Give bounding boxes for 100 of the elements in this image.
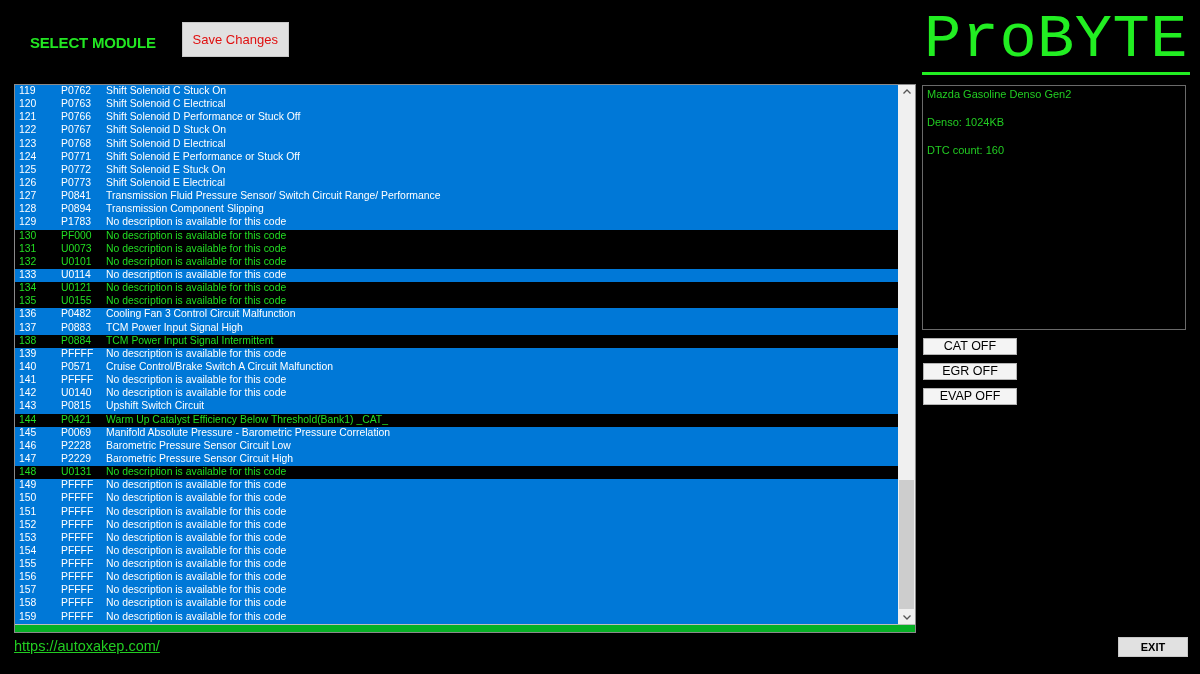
dtc-code: PFFFF: [61, 374, 95, 386]
dtc-description: Barometric Pressure Sensor Circuit Low: [106, 439, 291, 452]
dtc-description: No description is available for this code: [106, 505, 287, 518]
dtc-row[interactable]: 120 P0763 Shift Solenoid C Electrical: [15, 98, 898, 112]
dtc-code: P0883: [61, 321, 93, 334]
dtc-description: No description is available for this code: [106, 597, 287, 610]
dtc-description: No description is available for this code: [106, 374, 287, 386]
dtc-description: No description is available for this code: [106, 584, 287, 596]
dtc-description: No description is available for this code: [106, 531, 287, 544]
dtc-description: No description is available for this code: [106, 216, 287, 228]
row-number: 151: [18, 505, 38, 518]
row-number: 147: [18, 452, 38, 465]
row-number: 135: [18, 295, 38, 307]
save-changes-button[interactable]: Save Changes: [181, 22, 289, 57]
dtc-description: Cooling Fan 3 Control Circuit Malfunction: [106, 308, 296, 320]
chevron-up-icon[interactable]: [902, 89, 911, 94]
row-number: 143: [18, 400, 38, 412]
dtc-row[interactable]: 128 P0894 Transmission Component Slipping: [15, 203, 898, 217]
toggle-off-button[interactable]: EGR OFF: [923, 363, 1017, 380]
row-number: 157: [18, 584, 38, 596]
row-number: 153: [18, 531, 38, 544]
dtc-code: U0121: [61, 282, 93, 294]
dtc-description: No description is available for this code: [106, 387, 287, 399]
exit-button[interactable]: EXIT: [1118, 637, 1188, 657]
dtc-row[interactable]: 149 PFFFF No description is available for this code: [15, 479, 898, 493]
dtc-description: Shift Solenoid E Stuck On: [106, 163, 226, 176]
dtc-code: U0114: [61, 268, 92, 281]
dtc-code: PFFFF: [61, 610, 95, 623]
dtc-row[interactable]: 127 P0841 Transmission Fluid Pressure Sensor/ Switch Circuit Range/ Performance: [15, 190, 898, 204]
row-number: 155: [18, 558, 38, 570]
dtc-description: Shift Solenoid E Electrical: [106, 177, 225, 189]
row-number: 132: [18, 255, 38, 268]
dtc-code: PFFFF: [61, 571, 95, 583]
dtc-description: Shift Solenoid D Stuck On: [106, 124, 227, 136]
row-number: 139: [18, 347, 38, 360]
dtc-description: No description is available for this code: [106, 242, 287, 255]
dtc-row[interactable]: 156 PFFFF No description is available for this code: [15, 571, 898, 585]
dtc-code: U0073: [61, 242, 93, 255]
dtc-code: P0482: [61, 308, 93, 320]
dtc-description: Transmission Fluid Pressure Sensor/ Switch Circuit Range/ Performance: [106, 190, 441, 202]
dtc-description: No description is available for this code: [106, 295, 287, 307]
dtc-description: Shift Solenoid D Performance or Stuck Off: [106, 111, 301, 123]
row-number: 137: [18, 321, 38, 334]
dtc-description: Shift Solenoid C Stuck On: [106, 85, 227, 97]
dtc-row[interactable]: 158 PFFFF No description is available for this code: [15, 597, 898, 611]
row-number: 149: [18, 479, 38, 491]
website-link[interactable]: https://autoxakep.com/: [14, 638, 160, 654]
dtc-description: No description is available for this code: [106, 518, 287, 531]
info-text: Denso: 1024KB: [927, 116, 1005, 129]
chevron-down-icon[interactable]: [902, 615, 911, 620]
dtc-row[interactable]: 155 PFFFF No description is available for this code: [15, 558, 898, 572]
row-number: 121: [18, 111, 38, 123]
dtc-code: P0763: [61, 98, 93, 110]
dtc-code: PFFFF: [61, 347, 95, 360]
dtc-description: Shift Solenoid D Electrical: [106, 137, 226, 150]
dtc-row[interactable]: 121 P0766 Shift Solenoid D Performance or Stuck Off: [15, 111, 898, 125]
dtc-code: U0155: [61, 295, 93, 307]
dtc-description: No description is available for this code: [106, 347, 287, 360]
row-number: 123: [18, 137, 38, 150]
dtc-description: Shift Solenoid E Performance or Stuck Off: [106, 150, 300, 163]
toggle-off-button[interactable]: CAT OFF: [923, 338, 1017, 355]
dtc-row[interactable]: 143 P0815 Upshift Switch Circuit: [15, 400, 898, 414]
dtc-row[interactable]: 157 PFFFF No description is available for this code: [15, 584, 898, 598]
dtc-code: P1783: [61, 216, 93, 228]
row-number: 150: [18, 492, 38, 504]
dtc-row[interactable]: 142 U0140 No description is available for this code: [15, 387, 898, 401]
row-number: 142: [18, 387, 38, 399]
dtc-description: Barometric Pressure Sensor Circuit High: [106, 452, 294, 465]
row-number: 145: [18, 426, 38, 439]
dtc-row[interactable]: 141 PFFFF No description is available for this code: [15, 374, 898, 388]
dtc-description: No description is available for this code: [106, 479, 287, 491]
row-number: 152: [18, 518, 38, 531]
dtc-row[interactable]: 119 P0762 Shift Solenoid C Stuck On: [15, 85, 898, 99]
dtc-code: P2228: [61, 439, 93, 452]
row-number: 119: [18, 85, 37, 97]
dtc-code: PFFFF: [61, 558, 95, 570]
row-number: 130: [18, 229, 38, 242]
dtc-code: PFFFF: [61, 505, 95, 518]
dtc-description: Cruise Control/Brake Switch A Circuit Malfunction: [106, 360, 333, 373]
dtc-description: No description is available for this code: [106, 255, 287, 268]
dtc-row[interactable]: 122 P0767 Shift Solenoid D Stuck On: [15, 124, 898, 138]
toggle-off-button[interactable]: EVAP OFF: [923, 388, 1017, 405]
dtc-code: PFFFF: [61, 518, 95, 531]
dtc-row[interactable]: 150 PFFFF No description is available for this code: [15, 492, 898, 506]
scrollbar-thumb[interactable]: [899, 480, 914, 609]
dtc-description: No description is available for this code: [106, 466, 287, 478]
dtc-code: P0767: [61, 124, 93, 136]
dtc-code: P0069: [61, 426, 93, 439]
dtc-code: P0771: [61, 150, 93, 163]
select-module-label: SELECT MODULE: [30, 34, 156, 51]
dtc-code: P0894: [61, 203, 93, 215]
dtc-row[interactable]: 136 P0482 Cooling Fan 3 Control Circuit Malfunction: [15, 308, 898, 322]
dtc-code: P0421: [61, 413, 93, 426]
dtc-code: P0762: [61, 85, 93, 97]
row-number: 159: [18, 610, 38, 623]
scrollbar[interactable]: [898, 85, 915, 624]
dtc-code: P0884: [61, 334, 93, 347]
row-number: 126: [18, 177, 38, 189]
dtc-row[interactable]: 129 P1783 No description is available for this code: [15, 216, 898, 230]
dtc-code: P0766: [61, 111, 93, 123]
